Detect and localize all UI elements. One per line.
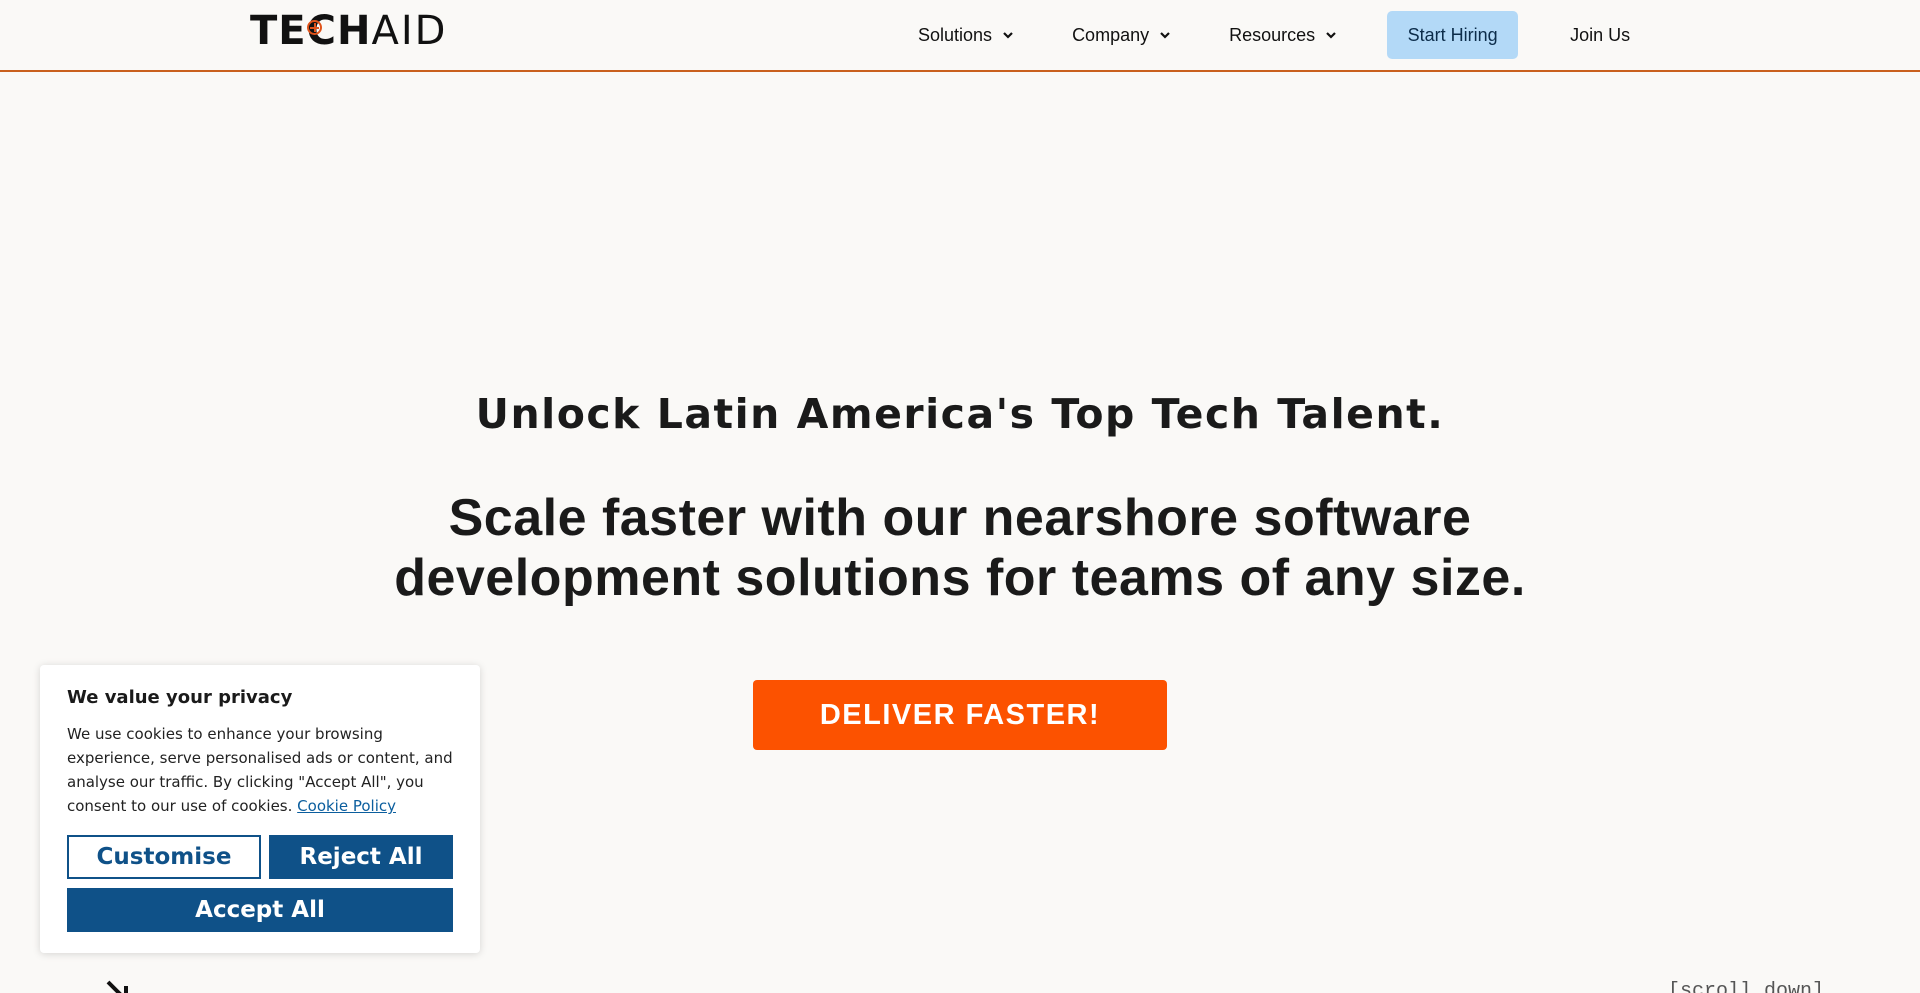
nav-solutions-label: Solutions [918,24,993,45]
hero-subtitle: Unlock Latin America's Top Tech Talent. [475,390,1445,438]
scroll-down-hint: [scroll down] [1667,980,1824,993]
cookie-consent-banner: We value your privacy We use cookies to … [40,665,480,953]
chevron-down-icon [1325,29,1337,41]
reject-all-button[interactable]: Reject All [269,835,453,879]
start-hiring-button[interactable]: Start Hiring [1387,11,1519,59]
nav-company-label: Company [1072,24,1150,45]
techaid-logo[interactable]: TECH AID [250,8,447,60]
logo-text-light: AID [371,8,448,54]
nav-resources-label: Resources [1229,24,1316,45]
site-header: TECH AID Solutions Company Resources Sta… [0,0,1920,72]
cookie-body: We use cookies to enhance your browsing … [67,722,453,818]
join-us-link[interactable]: Join Us [1570,25,1630,46]
nav-resources[interactable]: Resources [1221,11,1345,59]
chevron-down-icon [1002,29,1014,41]
chevron-down-icon [1159,29,1171,41]
cookie-title: We value your privacy [67,687,293,708]
nav-company[interactable]: Company [1064,11,1179,59]
hero-title: Scale faster with our nearshore software… [394,489,1526,607]
arrow-down-right-icon [104,978,134,993]
crosshair-icon [307,20,322,35]
nav-solutions[interactable]: Solutions [910,11,1022,59]
customise-button[interactable]: Customise [67,835,261,879]
deliver-faster-button[interactable]: DELIVER FASTER! [753,680,1167,750]
cookie-policy-link[interactable]: Cookie Policy [297,797,396,815]
main-nav: Solutions Company Resources Start Hiring… [910,11,1630,59]
accept-all-button[interactable]: Accept All [67,888,453,932]
